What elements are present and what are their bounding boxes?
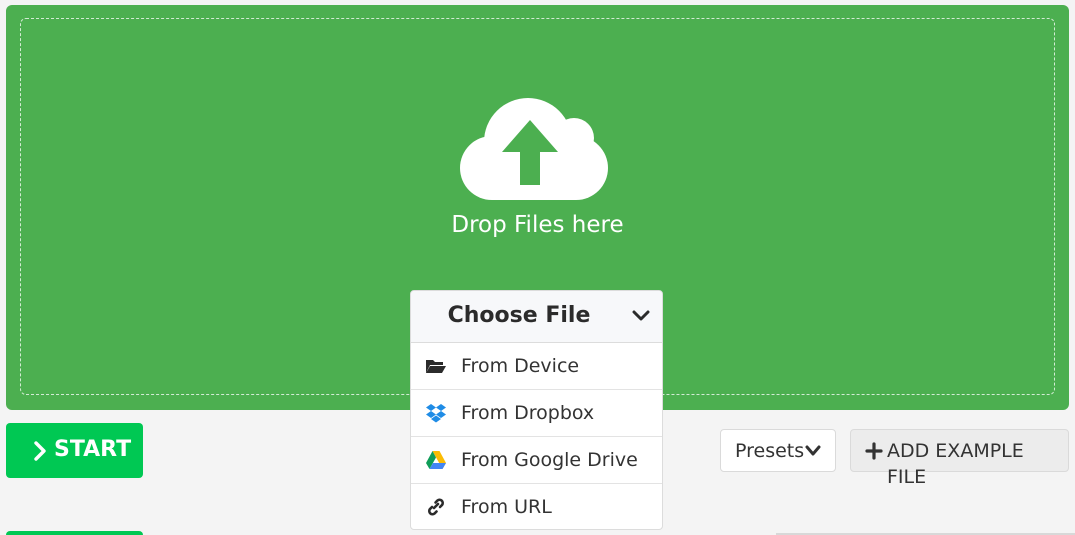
from-google-drive-option[interactable]: From Google Drive xyxy=(411,437,662,484)
from-url-label: From URL xyxy=(461,496,552,518)
google-drive-icon xyxy=(426,451,446,469)
converter-page: Drop Files here Choose File From Device xyxy=(0,0,1075,535)
add-example-file-button[interactable]: ADD EXAMPLE FILE xyxy=(850,429,1069,488)
plus-icon xyxy=(865,442,883,460)
add-example-file-label: ADD EXAMPLE FILE xyxy=(887,440,1024,488)
from-device-label: From Device xyxy=(461,355,580,377)
from-url-option[interactable]: From URL xyxy=(411,484,662,529)
folder-open-icon xyxy=(426,360,446,373)
start-label: START xyxy=(54,437,132,462)
chevron-down-icon xyxy=(805,445,821,456)
from-dropbox-label: From Dropbox xyxy=(461,402,595,424)
cloud-upload-icon xyxy=(460,98,608,200)
from-google-drive-label: From Google Drive xyxy=(461,449,638,471)
link-icon xyxy=(428,498,444,516)
chevron-right-icon xyxy=(34,441,46,461)
choose-file-button[interactable]: Choose File xyxy=(411,291,662,343)
choose-file-menu: Choose File From Device From Dropbox Fro… xyxy=(410,290,663,530)
chevron-down-icon xyxy=(632,310,650,321)
presets-label: Presets xyxy=(735,440,805,462)
next-section-button-edge xyxy=(6,531,143,535)
start-button[interactable]: START xyxy=(6,423,143,478)
from-dropbox-option[interactable]: From Dropbox xyxy=(411,390,662,437)
dropbox-icon xyxy=(426,404,446,423)
drop-files-text: Drop Files here xyxy=(451,212,624,238)
from-device-option[interactable]: From Device xyxy=(411,343,662,390)
choose-file-label: Choose File xyxy=(447,303,591,328)
presets-button[interactable]: Presets xyxy=(720,429,836,472)
